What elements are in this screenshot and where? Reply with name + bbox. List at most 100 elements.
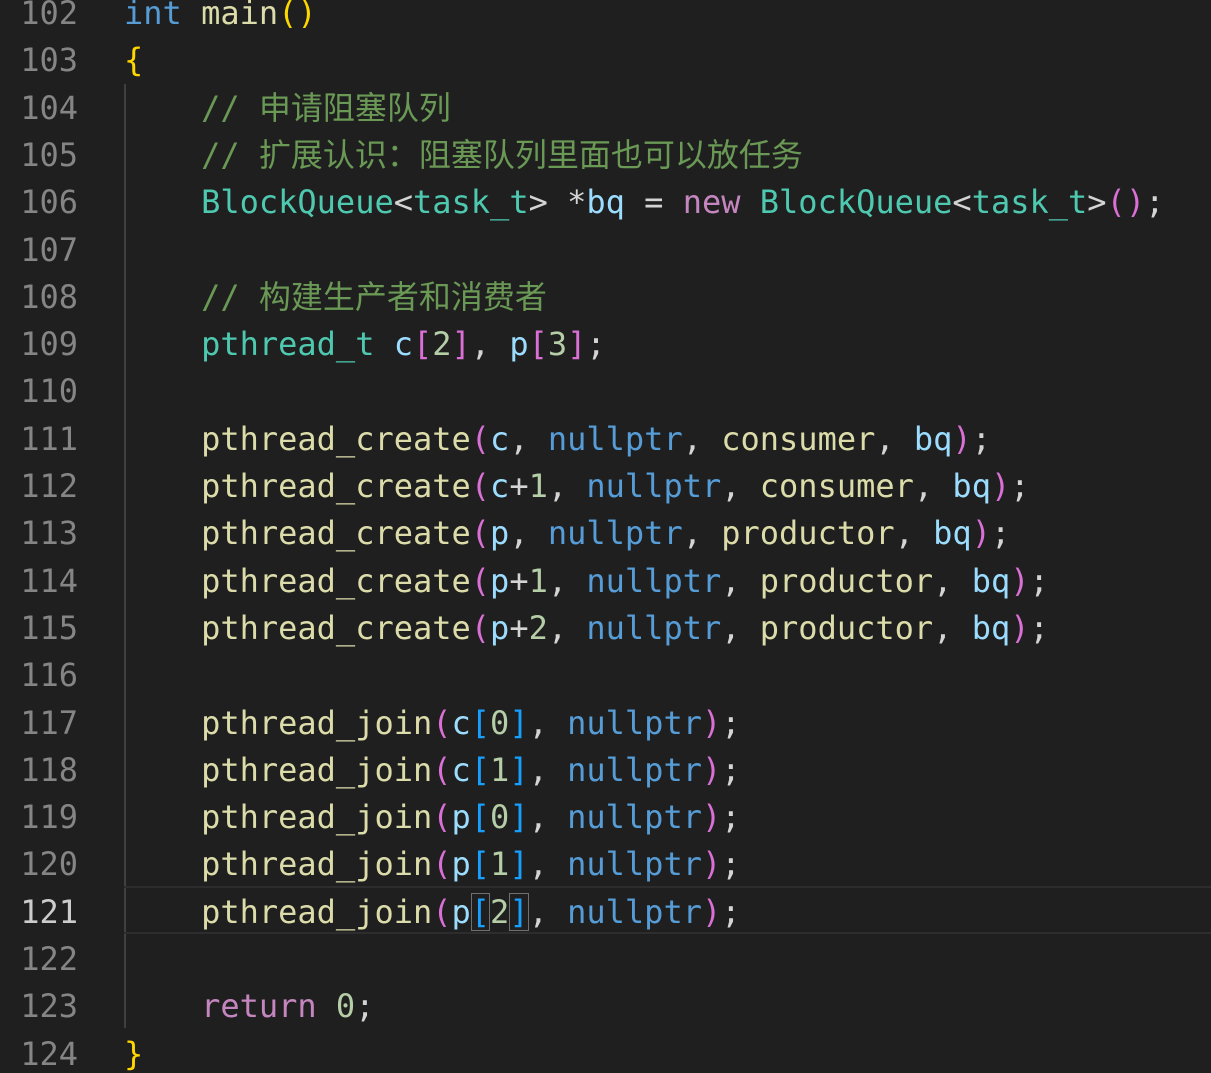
code-token: { — [124, 41, 144, 80]
code-token: [ — [528, 325, 548, 364]
code-token: [ — [412, 325, 433, 364]
code-line[interactable]: 112 pthread_create(c+1, nullptr, consume… — [0, 463, 1211, 510]
code-token: ( — [470, 419, 491, 458]
code-token: ( — [470, 561, 491, 600]
code-text: pthread_join(c[1], nullptr); — [124, 747, 740, 794]
code-token: nullptr — [567, 750, 702, 789]
code-editor[interactable]: 102 int main() 103{104 // 申请阻塞队列 105 // 扩展认… — [0, 0, 1211, 1073]
code-token: c — [490, 467, 510, 505]
line-number: 117 — [20, 703, 78, 742]
line-number: 104 — [20, 88, 78, 127]
code-line[interactable]: 117 pthread_join(c[0], nullptr); — [0, 700, 1211, 747]
code-line[interactable]: 115 pthread_create(p+2, nullptr, product… — [0, 605, 1211, 652]
code-token: ) — [1010, 561, 1030, 600]
code-token: ] — [567, 325, 587, 364]
code-token: , — [721, 561, 760, 600]
code-token: ; — [1010, 467, 1030, 505]
code-line[interactable]: 120 pthread_join(p[1], nullptr); — [0, 841, 1211, 888]
code-line[interactable]: 118 pthread_join(c[1], nullptr); — [0, 747, 1211, 794]
code-token: nullptr — [586, 467, 722, 505]
code-token: < — [952, 183, 972, 222]
code-line[interactable]: 103 { — [0, 37, 1211, 84]
code-token: task_t — [412, 183, 529, 222]
code-text: int main() — [124, 0, 317, 37]
code-token: pthread_create — [201, 514, 471, 553]
code-line[interactable]: 102 int main() — [0, 0, 1211, 37]
code-line[interactable]: 113 pthread_create(p, nullptr, productor… — [0, 510, 1211, 557]
code-line[interactable]: 123 return 0; — [0, 983, 1211, 1030]
code-token: [ — [470, 892, 491, 931]
line-number: 102 — [20, 0, 78, 32]
code-token: [ — [470, 703, 491, 742]
code-text: pthread_join(p[2], nullptr); — [124, 889, 741, 936]
code-line[interactable]: 121 pthread_join(p[2], nullptr); — [0, 889, 1211, 936]
code-token: , — [470, 325, 510, 364]
code-token: bq — [933, 514, 972, 553]
code-line[interactable]: 109 pthread_t c[2], p[3]; — [0, 321, 1211, 368]
code-token: 1 — [528, 561, 548, 600]
line-number: 121 — [20, 892, 78, 931]
code-token: p — [451, 892, 471, 931]
code-text: { — [124, 37, 143, 84]
code-token: ) — [297, 0, 317, 32]
code-text: // 构建生产者和消费者 — [124, 274, 547, 321]
line-number: 116 — [20, 656, 78, 695]
code-token: c — [451, 750, 471, 789]
code-token: nullptr — [586, 561, 722, 600]
code-token: , — [528, 798, 568, 837]
code-token: , — [875, 419, 914, 458]
code-line[interactable]: 106 BlockQueue<task_t> *bq = new BlockQu… — [0, 179, 1211, 226]
code-token: [ — [470, 845, 491, 884]
code-token: bq — [586, 183, 625, 222]
code-token: ( — [1106, 183, 1126, 222]
code-token: pthread_join — [201, 703, 433, 742]
code-token: consumer — [721, 419, 876, 458]
line-number: 108 — [20, 277, 78, 316]
code-token: ] — [509, 750, 529, 789]
code-token: p — [451, 798, 471, 837]
code-token: nullptr — [547, 419, 683, 458]
code-line[interactable]: 110 — [0, 368, 1211, 415]
code-line[interactable]: 114 pthread_create(p+1, nullptr, product… — [0, 558, 1211, 605]
code-token: , — [933, 608, 972, 647]
line-number: 107 — [20, 230, 78, 269]
code-token: nullptr — [547, 514, 683, 553]
code-line[interactable]: 111 pthread_create(c, nullptr, consumer,… — [0, 416, 1211, 463]
line-number: 106 — [20, 183, 78, 222]
code-token: new — [682, 183, 741, 222]
line-number: 119 — [20, 798, 78, 837]
code-token: ( — [432, 798, 452, 837]
code-token: + — [509, 467, 529, 505]
code-line[interactable]: 124} — [0, 1031, 1211, 1073]
code-token: pthread_t — [201, 325, 375, 364]
code-token: nullptr — [567, 892, 702, 931]
code-line[interactable]: 105 // 扩展认识：阻塞队列里面也可以放任务 — [0, 132, 1211, 179]
code-token: , — [913, 467, 953, 505]
code-token: p — [490, 561, 510, 600]
code-token: pthread_create — [201, 561, 471, 600]
code-line[interactable]: 107 — [0, 227, 1211, 274]
code-token: ) — [701, 703, 722, 742]
code-text: pthread_join(c[0], nullptr); — [124, 700, 740, 747]
code-line[interactable]: 104 // 申请阻塞队列 — [0, 85, 1211, 132]
code-line[interactable]: 122 — [0, 936, 1211, 983]
code-token: 0 — [335, 987, 356, 1026]
code-token: , — [547, 467, 587, 505]
code-token: int — [124, 0, 182, 32]
code-token: nullptr — [567, 703, 702, 742]
code-token: ; — [721, 892, 741, 931]
line-number: 120 — [20, 845, 78, 884]
code-line[interactable]: 116 — [0, 652, 1211, 699]
code-line[interactable]: 108 // 构建生产者和消费者 — [0, 274, 1211, 321]
code-line[interactable]: 119 pthread_join(p[0], nullptr); — [0, 794, 1211, 841]
code-text: pthread_create(c, nullptr, consumer, bq)… — [124, 416, 991, 463]
code-token: bq — [971, 561, 1011, 600]
code-text: // 申请阻塞队列 — [124, 85, 451, 132]
code-token: , — [528, 750, 568, 789]
